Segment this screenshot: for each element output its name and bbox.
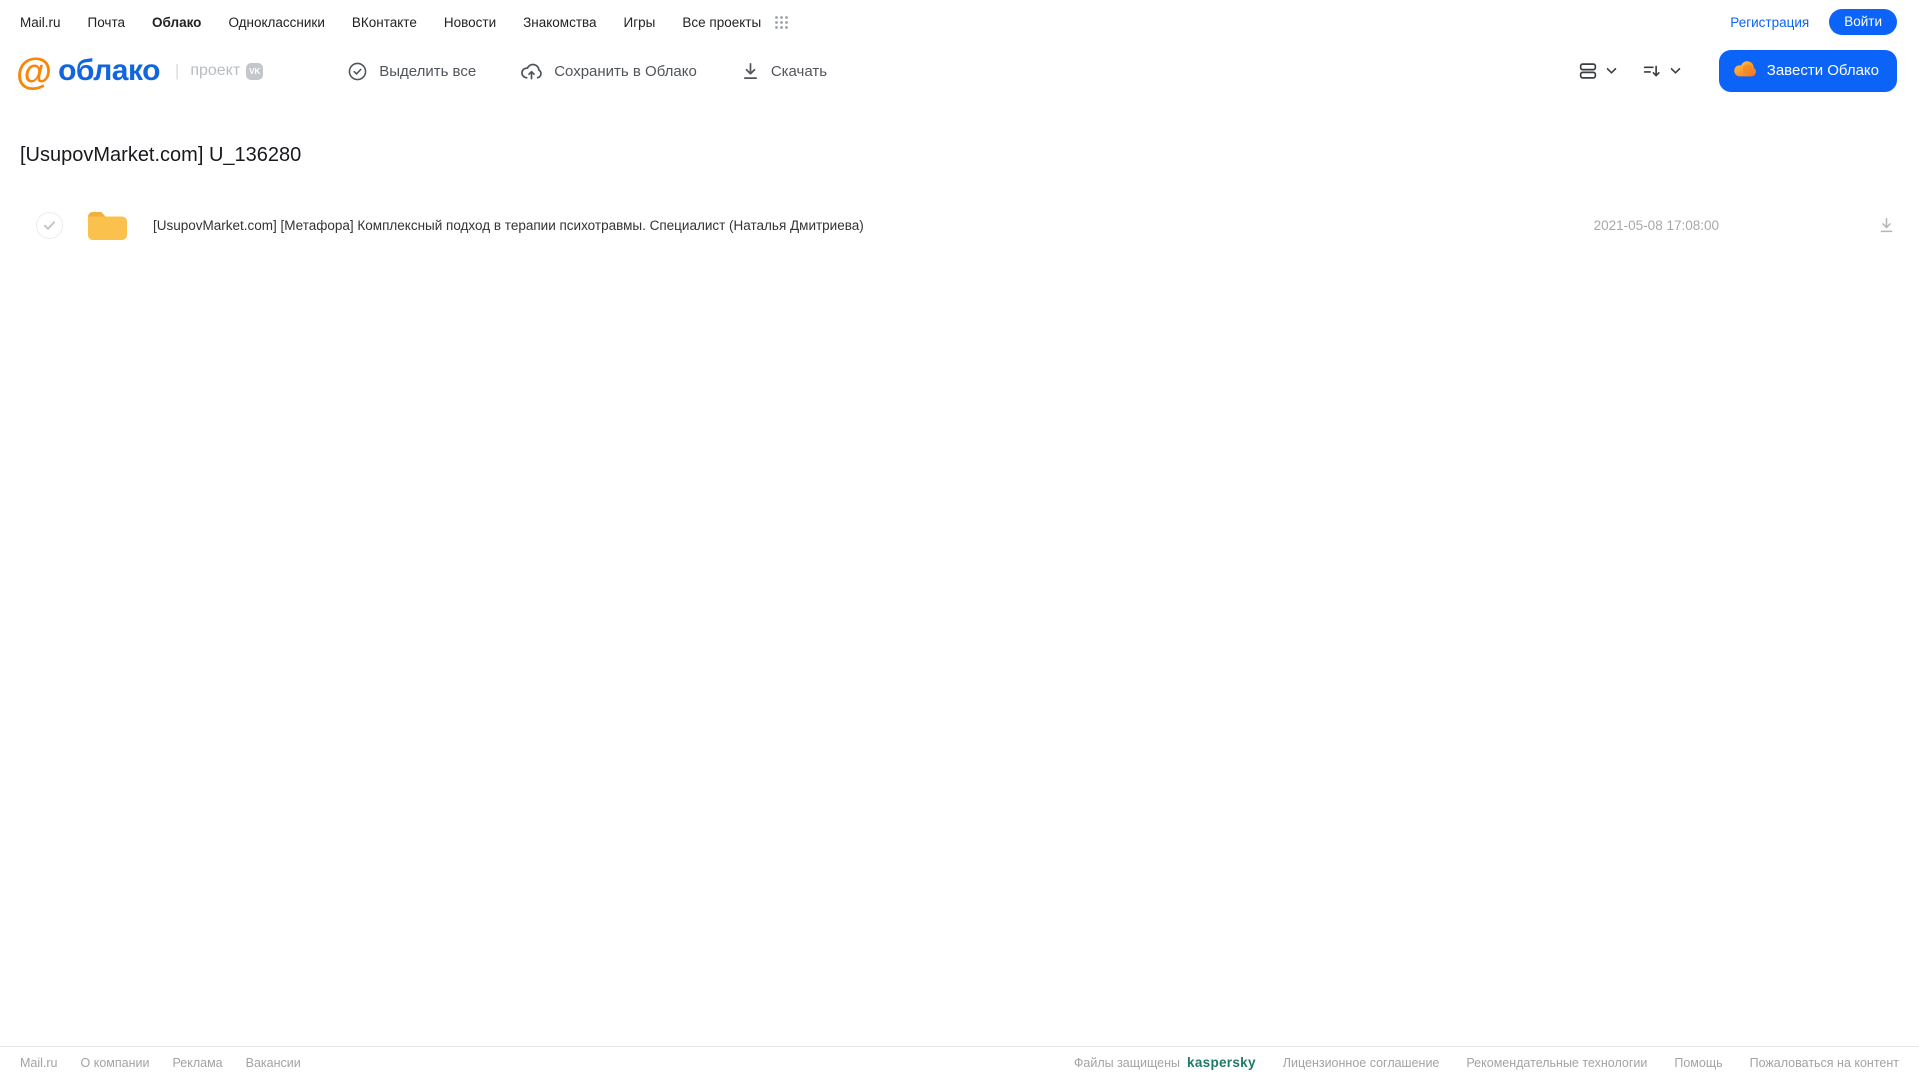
registration-link[interactable]: Регистрация (1730, 15, 1809, 30)
view-mode-dropdown[interactable] (1577, 60, 1617, 82)
download-button[interactable]: Скачать (741, 61, 827, 81)
kaspersky-protection: Файлы защищены kaspersky (1074, 1055, 1256, 1070)
logo-divider: | (174, 61, 180, 80)
cloud-upload-icon (520, 61, 543, 82)
cloud-logo[interactable]: @ облако (16, 53, 160, 90)
footer-link-license[interactable]: Лицензионное соглашение (1283, 1056, 1440, 1070)
file-list: [UsupovMarket.com] [Метафора] Комплексны… (0, 199, 1919, 251)
list-view-icon (1579, 63, 1596, 79)
footer-left-links: Mail.ru О компании Реклама Вакансии (20, 1056, 301, 1070)
topnav-item-igry[interactable]: Игры (624, 15, 656, 30)
topnav-item-odnoklassniki[interactable]: Одноклассники (228, 15, 324, 30)
file-name[interactable]: [UsupovMarket.com] [Метафора] Комплексны… (153, 218, 864, 233)
vk-project-label: проект VK (190, 62, 264, 80)
topnav-item-oblako[interactable]: Облако (152, 15, 201, 30)
mailru-at-icon: @ (16, 50, 53, 92)
page-title: [UsupovMarket.com] U_136280 (20, 144, 302, 166)
portal-topnav: Mail.ru Почта Облако Одноклассники ВКонт… (0, 0, 1919, 40)
file-date: 2021-05-08 17:08:00 (1593, 217, 1719, 233)
login-button[interactable]: Войти (1829, 9, 1897, 35)
check-icon (44, 220, 55, 230)
file-row[interactable]: [UsupovMarket.com] [Метафора] Комплексны… (0, 199, 1919, 251)
create-cloud-button[interactable]: Завести Облако (1718, 50, 1897, 92)
download-label: Скачать (770, 62, 828, 80)
folder-icon (85, 207, 129, 243)
topnav-item-pochta[interactable]: Почта (88, 15, 126, 30)
footer-right-links: Файлы защищены kaspersky Лицензионное со… (1074, 1055, 1899, 1070)
footer-link-about[interactable]: О компании (81, 1056, 150, 1070)
download-icon (741, 61, 760, 81)
footer-link-report[interactable]: Пожаловаться на контент (1750, 1056, 1899, 1070)
kaspersky-logo[interactable]: kaspersky (1187, 1055, 1256, 1070)
file-toolbar: Выделить все Сохранить в Облако Скачать (347, 61, 827, 82)
footer-link-jobs[interactable]: Вакансии (246, 1056, 301, 1070)
footer-link-mailru[interactable]: Mail.ru (20, 1056, 58, 1070)
chevron-down-icon (1670, 67, 1681, 74)
row-checkbox[interactable] (36, 211, 63, 239)
topnav-item-mailru[interactable]: Mail.ru (20, 15, 61, 30)
select-all-label: Выделить все (379, 62, 477, 80)
topnav-auth: Регистрация Войти (1730, 9, 1897, 35)
save-to-cloud-label: Сохранить в Облако (554, 62, 697, 80)
page-footer: Mail.ru О компании Реклама Вакансии Файл… (0, 1046, 1919, 1079)
apps-grid-icon[interactable] (774, 15, 789, 30)
topnav-item-vkontakte[interactable]: ВКонтакте (352, 15, 417, 30)
select-all-button[interactable]: Выделить все (347, 61, 476, 82)
sort-dropdown[interactable] (1641, 60, 1681, 82)
footer-link-recommendations[interactable]: Рекомендательные технологии (1466, 1056, 1647, 1070)
topnav-item-znakomstva[interactable]: Знакомства (523, 15, 596, 30)
chevron-down-icon (1606, 67, 1617, 74)
vk-badge-icon: VK (246, 62, 264, 80)
header-right-controls: Завести Облако (1577, 50, 1897, 92)
main-content: [UsupovMarket.com] U_136280 [UsupovMarke… (0, 108, 1919, 251)
topnav-item-all-projects[interactable]: Все проекты (682, 15, 761, 30)
footer-link-help[interactable]: Помощь (1674, 1056, 1722, 1070)
save-to-cloud-button[interactable]: Сохранить в Облако (520, 61, 697, 82)
cloud-header: @ облако | проект VK Выделить все Сохран… (0, 40, 1919, 108)
topnav-item-novosti[interactable]: Новости (444, 15, 496, 30)
create-cloud-label: Завести Облако (1766, 62, 1879, 79)
protected-label: Файлы защищены (1073, 1056, 1181, 1070)
footer-link-ads[interactable]: Реклама (172, 1056, 222, 1070)
cloud-color-icon (1733, 59, 1757, 82)
project-text: проект (190, 62, 241, 79)
row-download-icon[interactable] (1878, 216, 1895, 234)
cloud-logo-text: облако (58, 54, 160, 87)
check-circle-icon (347, 61, 368, 82)
sort-icon (1643, 65, 1660, 77)
